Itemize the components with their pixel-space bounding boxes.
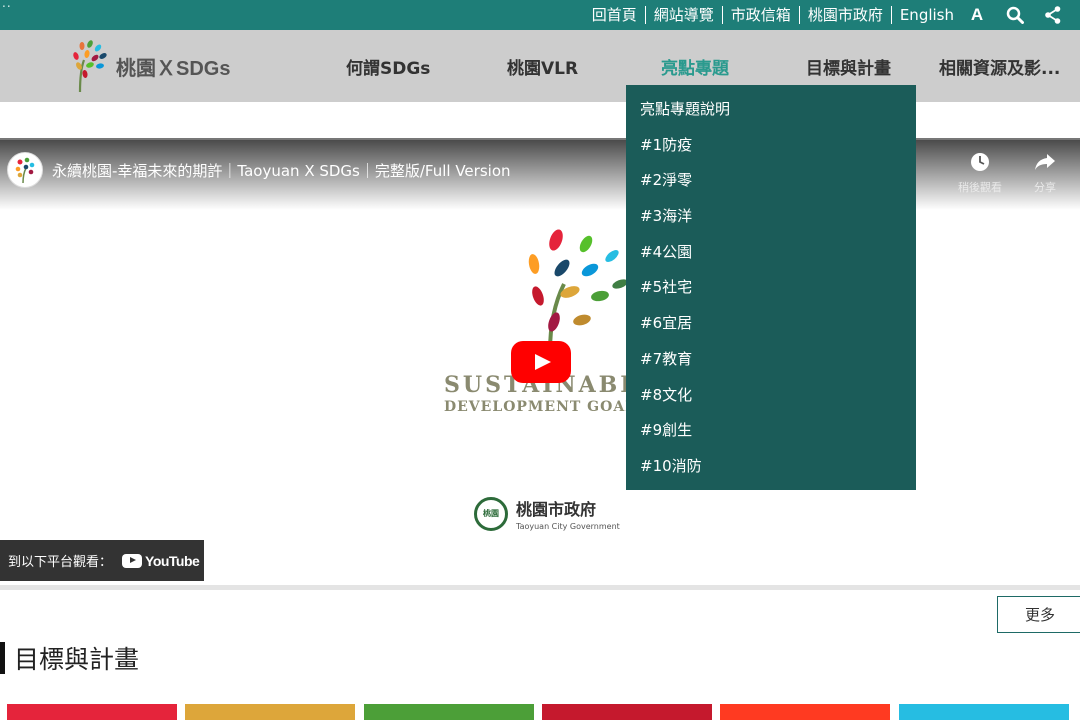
goal-tile[interactable]	[899, 704, 1069, 720]
goal-tile[interactable]	[364, 704, 534, 720]
dropdown-item-education[interactable]: #7教育	[626, 347, 916, 383]
watch-later-button[interactable]: 稍後觀看	[945, 152, 1015, 195]
youtube-wordmark: YouTube	[145, 552, 200, 569]
goals-section-title: 目標與計畫	[14, 645, 140, 674]
nav-resources-and-videos[interactable]: 相關資源及影...	[939, 54, 1060, 79]
watch-later-label: 稍後觀看	[958, 181, 1002, 194]
government-name-en: Taoyuan City Government	[516, 522, 620, 531]
site-logo[interactable]: 桃園ＸSDGs	[70, 38, 230, 94]
highlight-topics-dropdown: 亮點專題說明 #1防疫 #2淨零 #3海洋 #4公園 #5社宅 #6宜居 #7教…	[626, 85, 916, 490]
dropdown-item-livable[interactable]: #6宜居	[626, 311, 916, 347]
nav-what-is-sdgs[interactable]: 何謂SDGs	[346, 54, 430, 79]
link-mayor-mailbox[interactable]: 市政信箱	[721, 6, 799, 24]
youtube-logo: YouTube	[122, 552, 200, 569]
share-button[interactable]	[1034, 0, 1072, 30]
utility-links: 回首頁 網站導覽 市政信箱 桃園市政府 English	[584, 0, 962, 30]
goal-tile[interactable]	[185, 704, 355, 720]
link-english[interactable]: English	[890, 6, 962, 24]
share-label: 分享	[1034, 181, 1056, 194]
dropdown-item-social-housing[interactable]: #5社宅	[626, 275, 916, 311]
link-home[interactable]: 回首頁	[584, 6, 645, 24]
dropdown-item-culture[interactable]: #8文化	[626, 383, 916, 419]
government-seal-icon: 桃園	[474, 496, 508, 531]
share-icon	[1045, 6, 1061, 24]
goal-tile[interactable]	[7, 704, 177, 720]
youtube-video-embed[interactable]: SUSTAINABLE DEVELOPMENT GOALS 桃園 桃園市政府 T…	[0, 138, 1080, 585]
top-utility-bar: .. 回首頁 網站導覽 市政信箱 桃園市政府 English A	[0, 0, 1080, 30]
main-navigation: 桃園ＸSDGs 何謂SDGs 桃園VLR 亮點專題 目標與計畫 相關資源及影..…	[0, 30, 1080, 102]
logo-text: 桃園ＸSDGs	[116, 57, 231, 80]
white-spacer	[0, 102, 1080, 138]
section-divider	[0, 585, 1080, 590]
link-city-government[interactable]: 桃園市政府	[798, 6, 891, 24]
video-tree-logo-icon	[528, 229, 628, 352]
dropdown-item-net-zero[interactable]: #2淨零	[626, 168, 916, 204]
video-share-button[interactable]: 分享	[1010, 152, 1080, 195]
watch-on-youtube-bar[interactable]: 到以下平台觀看： YouTube	[0, 540, 204, 581]
taoyuan-government-logo: 桃園 桃園市政府 Taoyuan City Government	[474, 496, 620, 531]
goal-tile[interactable]	[720, 704, 890, 720]
clock-icon	[971, 153, 989, 171]
heading-accent-bar	[0, 642, 5, 674]
dropdown-item-regional-revitalization[interactable]: #9創生	[626, 418, 916, 454]
link-sitemap[interactable]: 網站導覽	[644, 6, 722, 24]
dropdown-item-epidemic[interactable]: #1防疫	[626, 133, 916, 169]
search-button[interactable]	[996, 0, 1034, 30]
government-name-zh: 桃園市政府	[516, 500, 597, 519]
search-icon	[1006, 6, 1024, 24]
corner-dots: ..	[2, 0, 12, 10]
font-size-button[interactable]: A	[958, 0, 996, 30]
dropdown-item-overview[interactable]: 亮點專題說明	[626, 97, 916, 133]
dropdown-item-fire-safety[interactable]: #10消防	[626, 454, 916, 490]
video-title[interactable]: 永續桃園-幸福未來的期許｜Taoyuan X SDGs｜完整版/Full Ver…	[52, 160, 511, 181]
more-button[interactable]: 更多	[997, 596, 1080, 633]
share-arrow-icon	[1035, 154, 1055, 170]
goals-section-heading: 目標與計畫	[0, 641, 139, 675]
development-goals-wordmark: DEVELOPMENT GOALS	[444, 399, 648, 415]
youtube-play-icon	[122, 553, 143, 568]
channel-avatar[interactable]	[7, 152, 43, 188]
nav-taoyuan-vlr[interactable]: 桃園VLR	[507, 54, 578, 79]
dropdown-item-parks[interactable]: #4公園	[626, 240, 916, 276]
dropdown-item-ocean[interactable]: #3海洋	[626, 204, 916, 240]
nav-goals-and-plans[interactable]: 目標與計畫	[806, 54, 891, 79]
sdgs-tree-logo-icon	[73, 40, 107, 93]
channel-tree-icon	[15, 157, 35, 184]
nav-highlight-topics[interactable]: 亮點專題	[661, 54, 729, 79]
play-button[interactable]	[511, 341, 571, 383]
utility-tools: A	[958, 0, 1072, 30]
watch-on-label: 到以下平台觀看：	[8, 555, 113, 570]
goal-tile[interactable]	[542, 704, 712, 720]
